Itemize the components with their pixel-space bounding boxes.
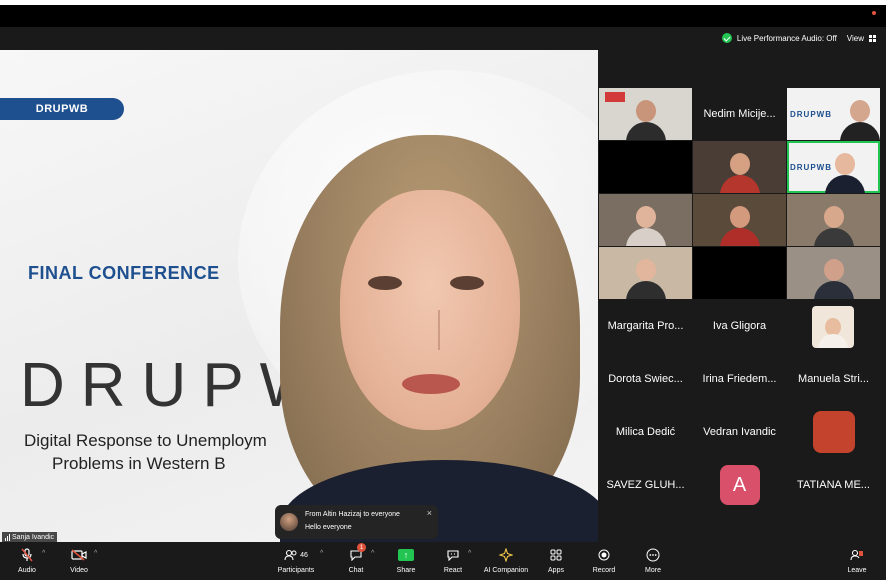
chat-message: Hello everyone xyxy=(305,524,352,531)
participant-tile[interactable]: A xyxy=(693,459,786,511)
participant-tile[interactable] xyxy=(787,406,880,458)
participant-tile[interactable] xyxy=(599,247,692,299)
share-screen-icon: ↑ xyxy=(398,546,414,564)
cycle-logo xyxy=(605,92,625,102)
speaker-name-tag: Sanja Ivandic xyxy=(2,532,58,542)
sparkle-icon xyxy=(499,546,513,564)
microphone-muted-icon xyxy=(21,546,33,564)
participants-button[interactable]: 46 Participants xyxy=(272,546,320,576)
record-icon xyxy=(598,546,610,564)
participant-tile[interactable] xyxy=(787,300,880,352)
participant-tile[interactable] xyxy=(599,141,692,193)
participant-tile[interactable]: Dorota Swiec... xyxy=(599,353,692,405)
view-button[interactable]: View xyxy=(847,34,876,43)
leave-label: Leave xyxy=(847,567,867,574)
apps-button[interactable]: Apps xyxy=(532,546,580,576)
leave-icon xyxy=(850,546,864,564)
ai-companion-button[interactable]: AI Companion xyxy=(481,546,531,576)
participant-tile[interactable]: SAVEZ GLUH... xyxy=(599,459,692,511)
more-button[interactable]: More xyxy=(629,546,677,576)
participant-name: Vedran Ivandic xyxy=(703,426,776,438)
gallery-view: Nedim Micije... DRUPWB DRUPWB Margarita … xyxy=(599,88,881,511)
participant-name: Iva Gligora xyxy=(712,320,767,332)
participants-icon: 46 xyxy=(284,546,308,564)
avatar-initial: A xyxy=(719,465,760,505)
participant-tile[interactable] xyxy=(693,194,786,246)
participant-tile[interactable]: Milica Dedić xyxy=(599,406,692,458)
profile-photo xyxy=(812,306,854,348)
profile-picture xyxy=(812,411,855,453)
chat-unread-badge: 1 xyxy=(357,543,366,552)
video-label: Video xyxy=(70,567,88,574)
audio-label: Audio xyxy=(18,567,36,574)
react-icon xyxy=(446,546,460,564)
apps-icon xyxy=(550,546,562,564)
participant-name: Manuela Stri... xyxy=(798,373,869,385)
participant-tile-active-speaker[interactable]: DRUPWB xyxy=(787,141,880,193)
participant-name: SAVEZ GLUH... xyxy=(606,479,685,491)
recording-indicator xyxy=(872,11,876,15)
chat-icon: 1 xyxy=(349,543,366,564)
live-audio-label: Live Performance Audio: Off xyxy=(736,33,837,43)
slide-tag: DRUPWB xyxy=(0,98,124,120)
participant-tile[interactable] xyxy=(787,247,880,299)
participant-tile[interactable]: Vedran Ivandic xyxy=(693,406,786,458)
record-button[interactable]: Record xyxy=(580,546,628,576)
participant-tile[interactable]: Nedim Micije... xyxy=(693,88,786,140)
participant-name: Milica Dedić xyxy=(615,426,676,438)
share-label: Share xyxy=(396,567,416,574)
grid-view-icon xyxy=(869,34,876,42)
close-icon[interactable]: × xyxy=(427,508,432,518)
speaker-figure xyxy=(270,130,598,542)
participant-tile[interactable] xyxy=(599,194,692,246)
participants-options-chevron-icon[interactable]: ^ xyxy=(320,550,323,557)
signal-bars-icon xyxy=(5,533,10,541)
participant-name: Dorota Swiec... xyxy=(608,373,683,385)
ai-companion-label: AI Companion xyxy=(483,567,529,574)
participant-tile[interactable]: Irina Friedem... xyxy=(693,353,786,405)
more-icon xyxy=(646,546,660,564)
sender-avatar xyxy=(280,513,298,531)
video-off-icon xyxy=(71,546,87,564)
participant-tile[interactable] xyxy=(787,194,880,246)
react-label: React xyxy=(443,567,463,574)
react-options-chevron-icon[interactable]: ^ xyxy=(468,550,471,557)
chat-options-chevron-icon[interactable]: ^ xyxy=(371,550,374,557)
view-label: View xyxy=(846,33,864,43)
active-speaker-video[interactable]: DRUPWB FINAL CONFERENCE DRUPWI Digital R… xyxy=(0,50,598,542)
participant-tile[interactable]: Manuela Stri... xyxy=(787,353,880,405)
chat-notification[interactable]: From Altin Hazizaj to everyone Hello eve… xyxy=(275,505,438,539)
slide-text-line-2: Problems in Western B xyxy=(52,454,226,473)
title-bar xyxy=(0,5,886,27)
audio-options-chevron-icon[interactable]: ^ xyxy=(42,550,45,557)
participant-tile[interactable] xyxy=(599,88,692,140)
live-audio-status[interactable]: Live Performance Audio: Off xyxy=(721,33,837,43)
leave-button[interactable]: Leave xyxy=(833,546,881,576)
participant-tile[interactable] xyxy=(693,247,786,299)
slide-text-line-1: Digital Response to Unemploym xyxy=(24,431,267,450)
participants-count: 46 xyxy=(300,551,308,559)
participant-name: TATIANA ME... xyxy=(797,479,870,491)
meeting-toolbar: Audio ^ Video ^ 46 Participants ^ 1 Chat… xyxy=(0,543,886,580)
record-label: Record xyxy=(592,567,616,574)
slide-subtitle: FINAL CONFERENCE xyxy=(28,263,220,283)
video-options-chevron-icon[interactable]: ^ xyxy=(94,550,97,557)
share-button[interactable]: ↑ Share xyxy=(382,546,430,576)
participants-label: Participants xyxy=(277,567,315,574)
participant-tile[interactable]: Iva Gligora xyxy=(693,300,786,352)
mini-slide-label: DRUPWB xyxy=(790,110,832,119)
participant-name: Margarita Pro... xyxy=(607,320,684,332)
more-label: More xyxy=(645,567,661,574)
chat-sender: From Altin Hazizaj to everyone xyxy=(305,511,400,518)
participant-tile[interactable]: DRUPWB xyxy=(787,88,880,140)
speaker-name: Sanja Ivandic xyxy=(12,533,55,541)
participant-name: Nedim Micije... xyxy=(703,108,776,120)
chat-label: Chat xyxy=(348,567,364,574)
participant-tile[interactable]: TATIANA ME... xyxy=(787,459,880,511)
participant-name: Irina Friedem... xyxy=(702,373,777,385)
participant-tile[interactable] xyxy=(693,141,786,193)
apps-label: Apps xyxy=(548,567,564,574)
shield-check-icon xyxy=(721,33,732,43)
participant-tile[interactable]: Margarita Pro... xyxy=(599,300,692,352)
